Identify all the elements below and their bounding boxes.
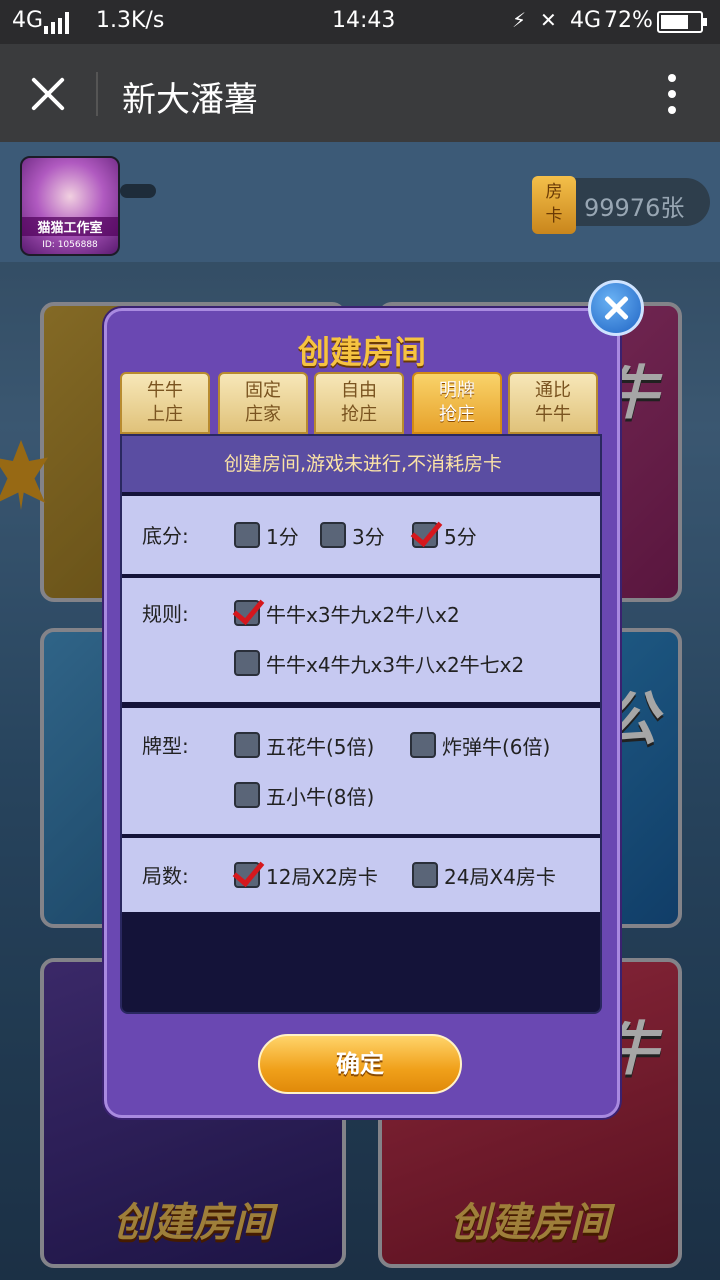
tab-label-line2: 上庄 (147, 404, 183, 425)
card-type-option-zhadan[interactable]: 炸弹牛(6倍) (410, 730, 550, 760)
title-divider (96, 72, 98, 116)
more-options-icon[interactable] (664, 74, 680, 114)
tab-label-line2: 庄家 (245, 404, 281, 425)
checkbox[interactable] (234, 862, 260, 888)
option-label: 五小牛(8倍) (266, 784, 375, 809)
network-type-right: 4G (570, 8, 602, 33)
option-label: 牛牛x4牛九x3牛八x2牛七x2 (266, 652, 525, 677)
mute-icon: ✕ (540, 8, 557, 32)
base-score-option-1[interactable]: 1分 (234, 520, 299, 550)
avatar-id: ID: 1056888 (42, 240, 98, 250)
checkbox[interactable] (412, 522, 438, 548)
avatar[interactable]: 猫猫工作室 ID: 1056888 (20, 156, 120, 256)
tab-mingpai-qiangzhuang[interactable]: 明牌 抢庄 (412, 372, 502, 434)
tab-label-line2: 牛牛 (535, 404, 571, 425)
username-bar (120, 184, 156, 198)
checkbox[interactable] (234, 732, 260, 758)
card-type-option-wuxiao[interactable]: 五小牛(8倍) (234, 780, 374, 810)
option-label: 3分 (352, 524, 385, 549)
mode-tabs: 牛牛 上庄 固定 庄家 自由 抢庄 明牌 抢庄 通比 牛牛 (120, 372, 602, 434)
base-score-label: 底分: (142, 524, 189, 548)
card-types-section: 牌型: 五花牛(5倍) 炸弹牛(6倍) 五小牛(8倍) (122, 708, 600, 834)
base-score-section: 底分: 1分 3分 5分 (122, 496, 600, 574)
battery-fill (661, 15, 689, 29)
battery-icon (657, 11, 707, 33)
charging-icon: ⚡ (512, 8, 527, 32)
checkbox[interactable] (234, 522, 260, 548)
title-bar: 新大潘薯 (0, 44, 720, 142)
tab-label-line1: 牛牛 (147, 380, 183, 401)
base-score-option-5[interactable]: 5分 (412, 520, 477, 550)
tab-label-line2: 抢庄 (341, 404, 377, 425)
tab-label-line1: 自由 (341, 380, 377, 401)
tab-guding-zhuangjia[interactable]: 固定 庄家 (218, 372, 308, 434)
tab-label-line1: 明牌 (439, 380, 475, 401)
rules-label: 规则: (142, 602, 189, 626)
notice-text: 创建房间,游戏未进行,不消耗房卡 (122, 436, 600, 492)
rules-option-2[interactable]: 牛牛x4牛九x3牛八x2牛七x2 (234, 648, 524, 678)
options-panel: 创建房间,游戏未进行,不消耗房卡 底分: 1分 3分 5分 规则: 牛牛x3牛九… (120, 434, 602, 1014)
option-label: 五花牛(5倍) (266, 734, 375, 759)
option-label: 牛牛x3牛九x2牛八x2 (266, 602, 460, 627)
tab-tongbi-niuniu[interactable]: 通比 牛牛 (508, 372, 598, 434)
checkbox[interactable] (412, 862, 438, 888)
checkbox[interactable] (320, 522, 346, 548)
tab-ziyou-qiangzhuang[interactable]: 自由 抢庄 (314, 372, 404, 434)
checkbox[interactable] (234, 600, 260, 626)
tab-niuniu-shangzhuang[interactable]: 牛牛 上庄 (120, 372, 210, 434)
checkbox[interactable] (234, 650, 260, 676)
checkbox[interactable] (410, 732, 436, 758)
card-types-label: 牌型: (142, 734, 189, 758)
rules-option-1[interactable]: 牛牛x3牛九x2牛八x2 (234, 598, 460, 628)
battery-percent: 72% (604, 8, 653, 33)
option-label: 24局X4房卡 (444, 864, 556, 889)
tab-label-line1: 固定 (245, 380, 281, 401)
rounds-section: 局数: 12局X2房卡 24局X4房卡 (122, 838, 600, 912)
base-score-option-3[interactable]: 3分 (320, 520, 385, 550)
network-type: 4G (12, 8, 44, 33)
checkbox[interactable] (234, 782, 260, 808)
rules-section: 规则: 牛牛x3牛九x2牛八x2 牛牛x4牛九x3牛八x2牛七x2 (122, 578, 600, 702)
dialog-title: 创建房间 (297, 333, 426, 371)
tab-label-line2: 抢庄 (439, 404, 475, 425)
avatar-tag: 猫猫工作室 (22, 217, 118, 236)
tab-label-line1: 通比 (535, 380, 571, 401)
confirm-button[interactable]: 确定 (258, 1034, 462, 1094)
option-label: 12局X2房卡 (266, 864, 378, 889)
option-label: 1分 (266, 524, 299, 549)
room-card-count: 99976张 (584, 194, 685, 222)
option-label: 5分 (444, 524, 477, 549)
clock: 14:43 (332, 8, 396, 33)
status-bar: 4G 1.3K/s 14:43 ⚡ ✕ 4G 72% (0, 0, 720, 44)
network-speed: 1.3K/s (96, 8, 165, 33)
rounds-label: 局数: (142, 864, 189, 888)
page-title: 新大潘薯 (122, 80, 258, 120)
dialog-close-icon[interactable] (588, 280, 644, 336)
rounds-option-24[interactable]: 24局X4房卡 (412, 860, 556, 890)
room-card-label: 房卡 (545, 182, 563, 226)
card-type-option-wuhua[interactable]: 五花牛(5倍) (234, 730, 374, 760)
option-label: 炸弹牛(6倍) (442, 734, 551, 759)
signal-icon (44, 12, 69, 34)
room-card-icon: 房卡 (532, 176, 576, 234)
rounds-option-12[interactable]: 12局X2房卡 (234, 860, 378, 890)
close-icon[interactable] (28, 74, 68, 114)
